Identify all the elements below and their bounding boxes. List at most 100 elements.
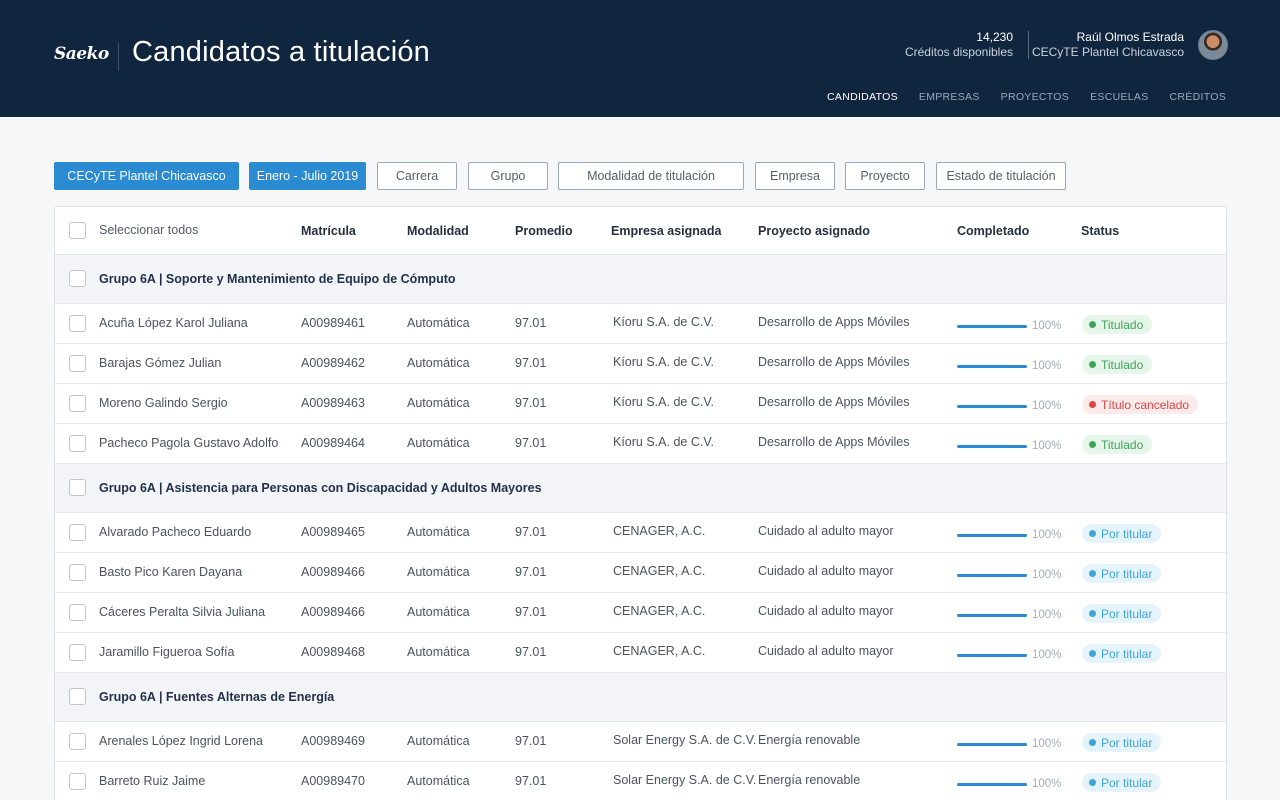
- empresa-cell[interactable]: CENAGER, A.C.: [613, 604, 705, 618]
- status-dot-icon: [1089, 739, 1096, 746]
- empresa-cell[interactable]: Kíoru S.A. de C.V.: [613, 355, 714, 369]
- empresa-cell[interactable]: Solar Energy S.A. de C.V.: [613, 773, 756, 787]
- nav-item-escuelas[interactable]: ESCUELAS: [1090, 91, 1148, 103]
- table-row[interactable]: Jaramillo Figueroa Sofía A00989468 Automát…: [55, 633, 1226, 673]
- status-dot-icon: [1089, 570, 1096, 577]
- proyecto-cell[interactable]: Cuidado al adulto mayor: [758, 644, 894, 658]
- row-checkbox[interactable]: [69, 773, 86, 790]
- col-header-status[interactable]: Status: [1081, 224, 1119, 238]
- status-dot-icon: [1089, 779, 1096, 786]
- nav-item-empresas[interactable]: EMPRESAS: [919, 91, 980, 103]
- matricula-cell: A00989466: [301, 565, 365, 579]
- candidate-name: Alvarado Pacheco Eduardo: [99, 525, 252, 539]
- empresa-cell[interactable]: Kíoru S.A. de C.V.: [613, 395, 714, 409]
- table-row[interactable]: Basto Pico Karen Dayana A00989466 Automáti…: [55, 553, 1226, 593]
- proyecto-cell[interactable]: Desarrollo de Apps Móviles: [758, 315, 909, 329]
- col-header-completado[interactable]: Completado: [957, 224, 1029, 238]
- status-badge: Titulado: [1082, 435, 1153, 454]
- status-badge: Título cancelado: [1082, 395, 1199, 414]
- user-name: Raúl Olmos Estrada: [1076, 30, 1184, 44]
- empresa-cell[interactable]: Kíoru S.A. de C.V.: [613, 315, 714, 329]
- filter-modalidad[interactable]: Modalidad de titulación: [558, 162, 744, 190]
- table-row[interactable]: Barreto Ruiz Jaime A00989470 Automática 97.…: [55, 762, 1226, 800]
- credits-label: Créditos disponibles: [904, 45, 1013, 59]
- table-row[interactable]: Alvarado Pacheco Eduardo A00989465 Automát…: [55, 513, 1226, 553]
- select-all-checkbox[interactable]: [69, 222, 86, 239]
- status-label: Por titular: [1101, 566, 1153, 581]
- col-header-proyecto[interactable]: Proyecto asignado: [758, 224, 870, 238]
- row-checkbox[interactable]: [69, 355, 86, 372]
- completion-progress-bar: [957, 614, 1027, 617]
- row-checkbox[interactable]: [69, 604, 86, 621]
- filter-periodo[interactable]: Enero - Julio 2019: [249, 162, 366, 190]
- row-checkbox[interactable]: [69, 524, 86, 541]
- proyecto-cell[interactable]: Energía renovable: [758, 733, 860, 747]
- completion-progress-bar: [957, 574, 1027, 577]
- row-checkbox[interactable]: [69, 564, 86, 581]
- filter-proyecto[interactable]: Proyecto: [845, 162, 925, 190]
- empresa-cell[interactable]: Kíoru S.A. de C.V.: [613, 435, 714, 449]
- promedio-cell: 97.01: [515, 316, 547, 330]
- proyecto-cell[interactable]: Cuidado al adulto mayor: [758, 524, 894, 538]
- status-dot-icon: [1089, 361, 1096, 368]
- empresa-cell[interactable]: CENAGER, A.C.: [613, 524, 705, 538]
- table-row[interactable]: Cáceres Peralta Silvia Juliana A00989466 A…: [55, 593, 1226, 633]
- group-row: Grupo 6A | Soporte y Mantenimiento de Eq…: [55, 255, 1226, 304]
- group-checkbox[interactable]: [69, 270, 86, 287]
- proyecto-cell[interactable]: Desarrollo de Apps Móviles: [758, 395, 909, 409]
- main-nav: CANDIDATOS EMPRESAS PROYECTOS ESCUELAS C…: [827, 91, 1226, 103]
- status-dot-icon: [1089, 610, 1096, 617]
- page-title: Candidatos a titulación: [132, 36, 431, 68]
- proyecto-cell[interactable]: Energía renovable: [758, 773, 860, 787]
- status-label: Titulado: [1101, 437, 1144, 452]
- completion-progress-bar: [957, 325, 1027, 328]
- status-label: Por titular: [1101, 775, 1153, 790]
- group-checkbox[interactable]: [69, 688, 86, 705]
- row-checkbox[interactable]: [69, 395, 86, 412]
- col-header-modalidad[interactable]: Modalidad: [407, 224, 469, 238]
- col-header-matricula[interactable]: Matrícula: [301, 224, 356, 238]
- nav-item-creditos[interactable]: CRÉDITOS: [1170, 91, 1226, 103]
- status-label: Por titular: [1101, 646, 1153, 661]
- nav-item-candidatos[interactable]: CANDIDATOS: [827, 91, 898, 103]
- empresa-cell[interactable]: CENAGER, A.C.: [613, 644, 705, 658]
- group-checkbox[interactable]: [69, 479, 86, 496]
- filter-empresa[interactable]: Empresa: [755, 162, 835, 190]
- row-checkbox[interactable]: [69, 733, 86, 750]
- table-row[interactable]: Moreno Galindo Sergio A00989463 Automática…: [55, 384, 1226, 424]
- candidate-name: Acuña López Karol Juliana: [99, 316, 248, 330]
- filter-grupo[interactable]: Grupo: [468, 162, 548, 190]
- completion-percent: 100%: [1032, 569, 1062, 581]
- filter-estado-titulacion[interactable]: Estado de titulación: [936, 162, 1066, 190]
- status-label: Por titular: [1101, 735, 1153, 750]
- user-info[interactable]: Raúl Olmos Estrada CECyTE Plantel Chicav…: [1032, 30, 1184, 60]
- table-row[interactable]: Acuña López Karol Juliana A00989461 Automá…: [55, 304, 1226, 344]
- empresa-cell[interactable]: CENAGER, A.C.: [613, 564, 705, 578]
- status-label: Título cancelado: [1101, 397, 1190, 412]
- proyecto-cell[interactable]: Desarrollo de Apps Móviles: [758, 435, 909, 449]
- filter-plantel[interactable]: CECyTE Plantel Chicavasco: [54, 162, 239, 190]
- candidate-name: Barreto Ruiz Jaime: [99, 774, 206, 788]
- row-checkbox[interactable]: [69, 435, 86, 452]
- status-badge: Por titular: [1082, 773, 1162, 792]
- row-checkbox[interactable]: [69, 644, 86, 661]
- proyecto-cell[interactable]: Desarrollo de Apps Móviles: [758, 355, 909, 369]
- avatar[interactable]: [1198, 30, 1228, 60]
- proyecto-cell[interactable]: Cuidado al adulto mayor: [758, 604, 894, 618]
- nav-item-proyectos[interactable]: PROYECTOS: [1001, 91, 1069, 103]
- col-header-promedio[interactable]: Promedio: [515, 224, 573, 238]
- table-row[interactable]: Barajas Gómez Julian A00989462 Automática 9…: [55, 344, 1226, 384]
- header-divider: [1028, 31, 1029, 59]
- modalidad-cell: Automática: [407, 605, 470, 619]
- status-dot-icon: [1089, 650, 1096, 657]
- select-all-label[interactable]: Seleccionar todos: [99, 223, 198, 237]
- table-row[interactable]: Pacheco Pagola Gustavo Adolfo A00989464 Au…: [55, 424, 1226, 464]
- saeko-logo[interactable]: Saeko: [54, 44, 109, 64]
- proyecto-cell[interactable]: Cuidado al adulto mayor: [758, 564, 894, 578]
- row-checkbox[interactable]: [69, 315, 86, 332]
- col-header-empresa[interactable]: Empresa asignada: [611, 224, 721, 238]
- status-dot-icon: [1089, 401, 1096, 408]
- filter-carrera[interactable]: Carrera: [377, 162, 457, 190]
- table-row[interactable]: Arenales López Ingrid Lorena A00989469 Aut…: [55, 722, 1226, 762]
- empresa-cell[interactable]: Solar Energy S.A. de C.V.: [613, 733, 756, 747]
